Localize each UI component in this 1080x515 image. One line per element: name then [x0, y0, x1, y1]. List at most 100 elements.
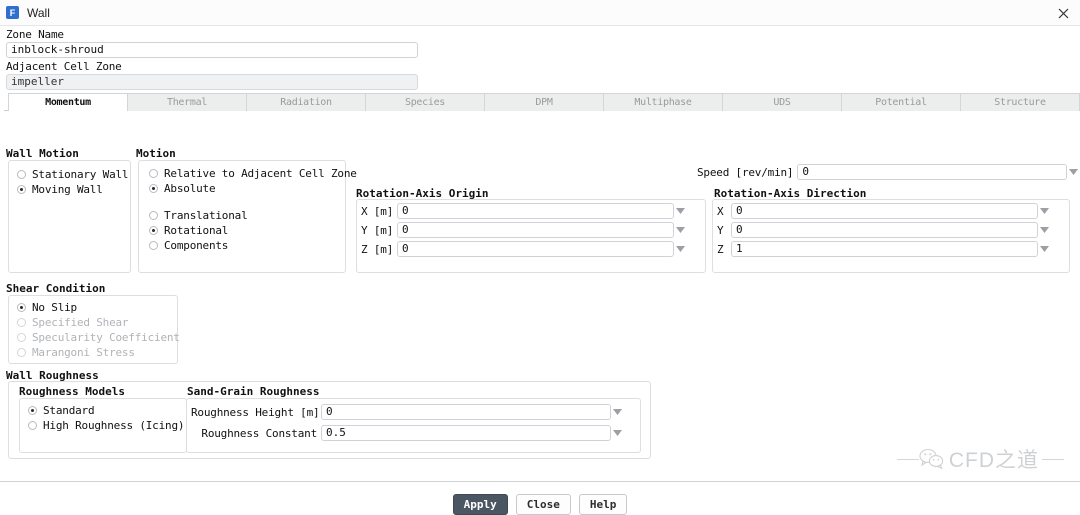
- sand-grain-roughness-title: Sand-Grain Roughness: [187, 385, 320, 398]
- radio-label: Absolute: [164, 182, 216, 195]
- origin-z-label: Z [m]: [361, 242, 394, 256]
- radio-label: Moving Wall: [32, 183, 103, 196]
- roughness-constant-input[interactable]: 0.5: [321, 425, 611, 441]
- origin-x-value: 0: [402, 204, 409, 217]
- fluent-f-icon: F: [6, 6, 19, 19]
- zone-name-row: Zone Name inblock-shroud Adjacent Cell Z…: [4, 26, 1076, 90]
- close-icon[interactable]: [1054, 4, 1072, 22]
- radio-indicator: [149, 184, 158, 193]
- radio-high-roughness-icing[interactable]: High Roughness (Icing): [28, 418, 186, 433]
- origin-x-input[interactable]: 0: [397, 203, 674, 219]
- window-titlebar: F Wall: [0, 0, 1080, 26]
- radio-translational[interactable]: Translational: [149, 208, 345, 223]
- speed-row: Speed [rev/min] 0: [697, 164, 1080, 180]
- window-title: Wall: [27, 5, 50, 20]
- direction-z-value: 1: [736, 242, 743, 255]
- radio-stationary-wall[interactable]: Stationary Wall: [17, 167, 130, 182]
- direction-x-input[interactable]: 0: [731, 203, 1038, 219]
- motion-title: Motion: [136, 147, 176, 160]
- radio-label: Standard: [43, 404, 95, 417]
- tab-multiphase[interactable]: Multiphase: [603, 93, 722, 111]
- direction-z-input[interactable]: 1: [731, 241, 1038, 257]
- help-button[interactable]: Help: [578, 494, 628, 515]
- tab-uds[interactable]: UDS: [722, 93, 841, 111]
- speed-value: 0: [802, 165, 809, 178]
- radio-label: Marangoni Stress: [32, 346, 135, 359]
- direction-x-label: X: [717, 204, 724, 218]
- chevron-down-icon[interactable]: [611, 406, 624, 419]
- origin-y-input[interactable]: 0: [397, 222, 674, 238]
- direction-y-input[interactable]: 0: [731, 222, 1038, 238]
- zone-name-value: inblock-shroud: [11, 43, 104, 56]
- radio-indicator: [17, 185, 26, 194]
- chevron-down-icon[interactable]: [674, 243, 687, 256]
- chevron-down-icon[interactable]: [1067, 166, 1080, 179]
- radio-absolute[interactable]: Absolute: [149, 181, 345, 196]
- tab-species[interactable]: Species: [365, 93, 484, 111]
- radio-label: High Roughness (Icing): [43, 419, 185, 432]
- chevron-down-icon[interactable]: [674, 224, 687, 237]
- chevron-down-icon[interactable]: [1038, 205, 1051, 218]
- origin-y-value: 0: [402, 223, 409, 236]
- radio-indicator: [149, 211, 158, 220]
- zone-name-input[interactable]: inblock-shroud: [6, 42, 418, 58]
- radio-indicator: [149, 169, 158, 178]
- radio-label: Specularity Coefficient: [32, 331, 180, 344]
- radio-indicator: [17, 318, 26, 327]
- origin-x-label: X [m]: [361, 204, 394, 218]
- footer-divider: [0, 481, 1080, 482]
- origin-y-row: Y [m] 0: [361, 222, 705, 238]
- tab-momentum[interactable]: Momentum: [8, 93, 127, 111]
- chevron-down-icon[interactable]: [674, 205, 687, 218]
- radio-indicator: [17, 348, 26, 357]
- radio-components[interactable]: Components: [149, 238, 345, 253]
- tab-dpm[interactable]: DPM: [484, 93, 603, 111]
- zone-name-label: Zone Name: [6, 28, 64, 41]
- roughness-constant-label: Roughness Constant: [201, 426, 317, 440]
- apply-button[interactable]: Apply: [452, 494, 508, 515]
- tab-potential[interactable]: Potential: [841, 93, 960, 111]
- watermark-divider-left: [896, 458, 919, 460]
- chevron-down-icon[interactable]: [611, 427, 624, 440]
- direction-z-label: Z: [717, 242, 724, 256]
- wechat-icon: [919, 448, 945, 470]
- radio-relative-to-adjacent-cell-zone[interactable]: Relative to Adjacent Cell Zone: [149, 166, 357, 181]
- origin-z-value: 0: [402, 242, 409, 255]
- dialog-content: Zone Name inblock-shroud Adjacent Cell Z…: [0, 26, 1080, 515]
- watermark: CFD之道: [896, 444, 1064, 474]
- direction-y-value: 0: [736, 223, 743, 236]
- direction-y-label: Y: [717, 223, 724, 237]
- radio-rotational[interactable]: Rotational: [149, 223, 345, 238]
- radio-no-slip[interactable]: No Slip: [17, 300, 177, 315]
- tab-thermal[interactable]: Thermal: [127, 93, 246, 111]
- chevron-down-icon[interactable]: [1038, 243, 1051, 256]
- radio-indicator: [149, 226, 158, 235]
- radio-indicator: [17, 303, 26, 312]
- direction-y-row: Y 0: [717, 222, 1069, 238]
- radio-label: Specified Shear: [32, 316, 129, 329]
- radio-indicator: [149, 241, 158, 250]
- sand-grain-roughness-group: Roughness Height [m] 0 Roughness Constan…: [186, 398, 641, 453]
- tab-structure[interactable]: Structure: [960, 93, 1080, 111]
- roughness-height-value: 0: [326, 405, 333, 418]
- wall-motion-group: Stationary Wall Moving Wall: [8, 160, 131, 273]
- adjacent-cell-zone-input: impeller: [6, 74, 418, 90]
- origin-x-row: X [m] 0: [361, 203, 705, 219]
- close-button[interactable]: Close: [515, 494, 571, 515]
- origin-z-input[interactable]: 0: [397, 241, 674, 257]
- radio-indicator: [28, 406, 37, 415]
- rotation-axis-origin-group: X [m] 0 Y [m] 0 Z [m] 0: [356, 199, 706, 273]
- chevron-down-icon[interactable]: [1038, 224, 1051, 237]
- tab-bar: Momentum Thermal Radiation Species DPM M…: [4, 93, 1080, 111]
- radio-specified-shear: Specified Shear: [17, 315, 177, 330]
- roughness-height-input[interactable]: 0: [321, 404, 611, 420]
- radio-standard[interactable]: Standard: [28, 403, 186, 418]
- tab-radiation[interactable]: Radiation: [246, 93, 365, 111]
- radio-indicator: [28, 421, 37, 430]
- adjacent-cell-zone-value: impeller: [11, 75, 64, 88]
- wall-motion-title: Wall Motion: [6, 147, 79, 160]
- speed-input[interactable]: 0: [797, 164, 1068, 180]
- direction-x-value: 0: [736, 204, 743, 217]
- radio-moving-wall[interactable]: Moving Wall: [17, 182, 130, 197]
- radio-label: Translational: [164, 209, 248, 222]
